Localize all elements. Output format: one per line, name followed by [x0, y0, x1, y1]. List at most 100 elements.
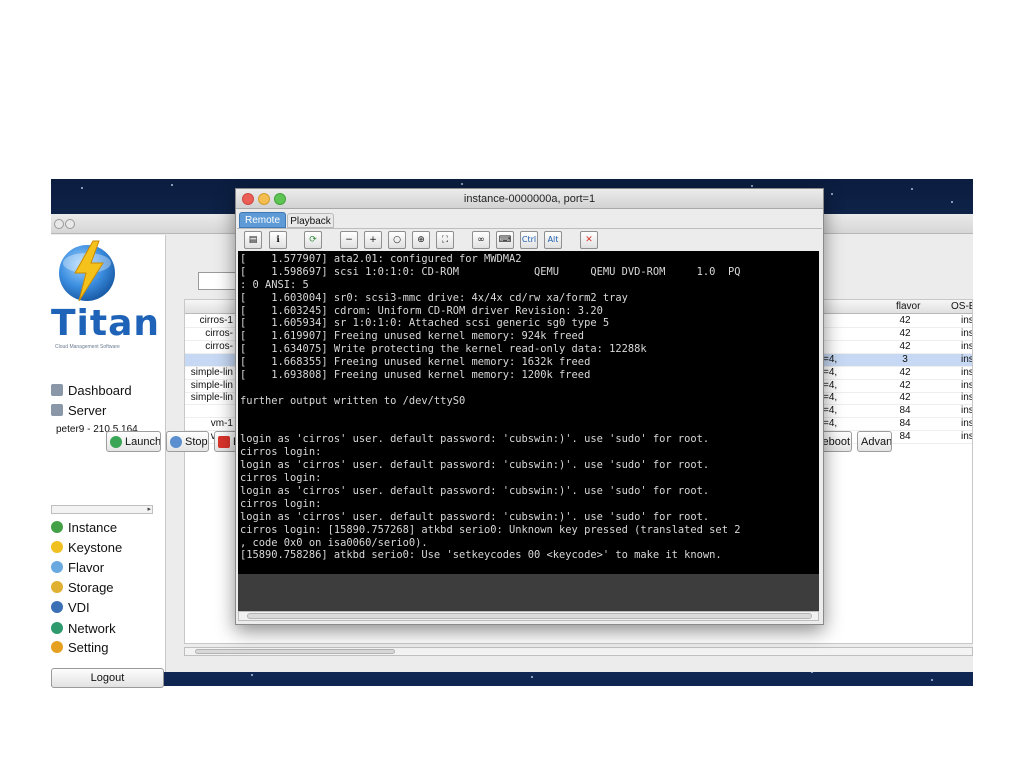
- sidebar-item-label: Instance: [68, 519, 118, 535]
- terminal-padding: [238, 574, 819, 611]
- cell-type: =4,: [823, 418, 838, 430]
- stop-icon: [170, 435, 182, 448]
- close-dot-icon[interactable]: [242, 193, 254, 205]
- sidebar-item-storage[interactable]: Storage: [51, 578, 114, 596]
- window-close-dot[interactable]: [54, 219, 64, 229]
- console-window: instance-0000000a, port=1 Remote Playbac…: [235, 188, 824, 625]
- cell-flavor: 42: [899, 340, 911, 352]
- zoom-reset-icon[interactable]: ○: [388, 231, 406, 249]
- terminal-line: login as 'cirros' user. default password…: [240, 510, 710, 523]
- cell-flavor: 42: [899, 315, 911, 326]
- cell-type: =4,: [823, 353, 838, 365]
- console-horizontal-scrollbar[interactable]: [238, 611, 819, 621]
- zoom-out-icon[interactable]: −: [340, 231, 358, 249]
- star-decoration: [911, 188, 913, 190]
- sidebar-item-instance[interactable]: Instance: [51, 518, 117, 536]
- header-flavor[interactable]: flavor: [896, 301, 920, 312]
- logo-text: Titan: [51, 303, 161, 344]
- cell-name: simple-lin: [190, 392, 233, 404]
- console-title: instance-0000000a, port=1: [236, 189, 823, 209]
- fullscreen-icon[interactable]: ⛶: [436, 231, 454, 249]
- tab-playback[interactable]: Playback: [287, 213, 334, 228]
- table-horizontal-scrollbar[interactable]: [184, 647, 973, 656]
- cell-flavor: 84: [899, 418, 911, 430]
- filter-input[interactable]: [198, 272, 238, 290]
- sidebar-item-server[interactable]: Server: [51, 401, 106, 419]
- sidebar-item-label: Storage: [68, 579, 114, 595]
- cell-os: ins: [961, 353, 973, 365]
- server-icon: [51, 404, 63, 416]
- header-os[interactable]: OS-E: [951, 301, 972, 312]
- sidebar-item-label: Server: [68, 402, 107, 418]
- button-label: Stop: [185, 435, 208, 448]
- cell-flavor: 84: [899, 405, 911, 417]
- terminal-line: [ 1.668355] Freeing unused kernel memory…: [240, 356, 591, 369]
- storage-icon: [51, 581, 63, 593]
- cell-os: ins: [961, 340, 973, 352]
- zoom-dot-icon[interactable]: [274, 193, 286, 205]
- sidebar-item-flavor[interactable]: Flavor: [51, 558, 104, 576]
- titan-logo: Titan Cloud Management Software: [51, 239, 166, 359]
- button-label: Advan: [861, 435, 892, 448]
- scroll-right-arrow-icon[interactable]: ▸: [147, 506, 151, 513]
- terminal-line: cirros login:: [240, 472, 322, 485]
- sidebar-item-network[interactable]: Network: [51, 619, 116, 637]
- terminal-line: [15890.758286] atkbd serio0: Use 'setkey…: [240, 549, 722, 562]
- sidebar-item-vdi[interactable]: VDI: [51, 598, 90, 616]
- sidebar-item-setting[interactable]: Setting: [51, 638, 108, 656]
- star-decoration: [831, 193, 833, 195]
- cell-flavor: 3: [902, 353, 908, 365]
- link-icon[interactable]: ∞: [472, 231, 490, 249]
- star-decoration: [531, 676, 533, 678]
- cell-flavor: 42: [899, 379, 911, 391]
- zoom-fit-icon[interactable]: ⊕: [412, 231, 430, 249]
- instance-icon: [51, 521, 63, 533]
- window-minimize-dot[interactable]: [65, 219, 75, 229]
- launch-button[interactable]: Launch: [106, 431, 161, 452]
- info-icon[interactable]: ℹ: [269, 231, 287, 249]
- network-icon: [51, 622, 63, 634]
- screenshot-stage: Titan Cloud Management Software Dashboar…: [0, 0, 1024, 768]
- terminal-line: : 0 ANSI: 5: [240, 278, 309, 291]
- sidebar-item-keystone[interactable]: Keystone: [51, 538, 122, 556]
- cell-os: ins: [961, 431, 973, 443]
- scrollbar-thumb[interactable]: [247, 613, 812, 619]
- advan-button[interactable]: Advan: [857, 431, 892, 452]
- cell-name: cirros-: [205, 340, 233, 352]
- minimize-dot-icon[interactable]: [258, 193, 270, 205]
- sidebar-item-label: Dashboard: [68, 382, 132, 398]
- terminal-line: login as 'cirros' user. default password…: [240, 485, 710, 498]
- titan-globe-icon: [59, 240, 115, 302]
- terminal-line: cirros login:: [240, 497, 322, 510]
- keyboard-icon[interactable]: ⌨: [496, 231, 514, 249]
- zoom-in-icon[interactable]: +: [364, 231, 382, 249]
- terminal-screen[interactable]: [ 1.577907] ata2.01: configured for MWDM…: [238, 251, 819, 574]
- stop-button[interactable]: Stop: [166, 431, 209, 452]
- cell-os: ins: [961, 366, 973, 378]
- ctrl-key-icon[interactable]: Ctrl: [520, 231, 538, 249]
- dashboard-icon: [51, 384, 63, 396]
- console-toolbar: ▤ ℹ ⟳ − + ○ ⊕ ⛶ ∞ ⌨ Ctrl Alt ✕: [237, 228, 822, 251]
- refresh-icon[interactable]: ⟳: [304, 231, 322, 249]
- screenshot-icon[interactable]: ▤: [244, 231, 262, 249]
- alt-key-icon[interactable]: Alt: [544, 231, 562, 249]
- terminal-line: cirros login:: [240, 446, 322, 459]
- sidebar-item-dashboard[interactable]: Dashboard: [51, 381, 132, 399]
- launch-icon: [110, 435, 122, 448]
- terminal-line: [ 1.603004] sr0: scsi3-mmc drive: 4x/4x …: [240, 291, 628, 304]
- cell-name: vm-1: [210, 418, 233, 430]
- logout-button[interactable]: Logout: [51, 668, 164, 688]
- sidebar-item-label: Flavor: [68, 559, 105, 575]
- sidebar-item-label: Keystone: [68, 539, 123, 555]
- close-icon[interactable]: ✕: [580, 231, 598, 249]
- tab-remote[interactable]: Remote: [239, 212, 286, 228]
- star-decoration: [171, 184, 173, 186]
- terminal-line: login as 'cirros' user. default password…: [240, 433, 710, 446]
- sidebar-tree-scrollbar[interactable]: ▸: [51, 505, 153, 514]
- cell-flavor: 42: [899, 366, 911, 378]
- terminal-line: [ 1.603245] cdrom: Uniform CD-ROM driver…: [240, 304, 603, 317]
- scrollbar-thumb[interactable]: [195, 649, 395, 654]
- cell-flavor: 42: [899, 392, 911, 404]
